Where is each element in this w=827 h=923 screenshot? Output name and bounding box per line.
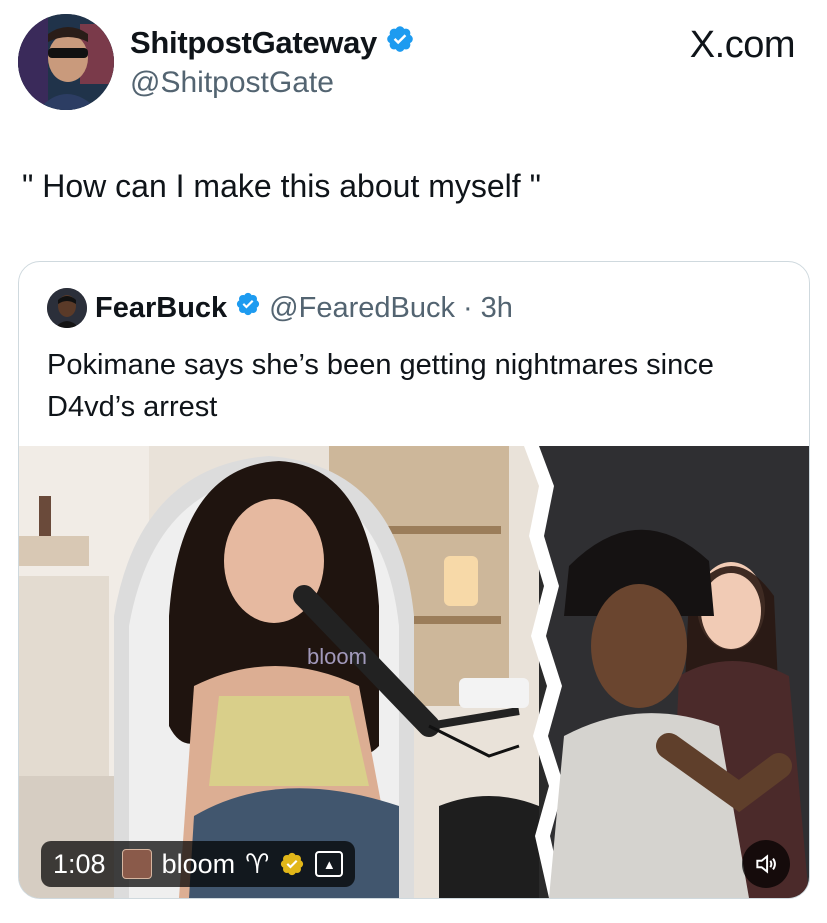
video-player[interactable]: bloom 1:08 bloom ♈ ▲ <box>19 446 809 898</box>
quoted-post-text: Pokimane says she’s been getting nightma… <box>47 349 714 423</box>
author-name[interactable]: ShitpostGateway <box>130 25 377 61</box>
author-avatar[interactable] <box>18 14 114 110</box>
source-suffix: ♈ <box>245 848 270 879</box>
site-logo: X.com <box>689 24 796 66</box>
video-duration: 1:08 <box>53 848 106 879</box>
quoted-post-header: FearBuck @FearedBuck · 3h <box>47 288 513 328</box>
video-frame: bloom <box>19 446 809 898</box>
quoted-author-name[interactable]: FearBuck <box>95 292 227 325</box>
author-handle[interactable]: @ShitpostGate <box>130 66 334 100</box>
ai-label-icon: ▲ <box>315 851 344 877</box>
sound-icon <box>753 851 779 877</box>
sound-button[interactable] <box>742 840 790 888</box>
verified-badge-icon <box>385 24 415 62</box>
quoted-author-handle[interactable]: @FearedBuck <box>269 292 455 325</box>
header-separator: · <box>462 291 473 324</box>
quoted-post-card[interactable]: FearBuck @FearedBuck · 3h Pokimane says … <box>18 261 810 899</box>
post-text: " How can I make this about myself " <box>22 168 541 204</box>
gold-badge-icon <box>279 851 305 877</box>
source-avatar <box>121 849 152 879</box>
quoted-timestamp[interactable]: 3h <box>481 292 513 325</box>
verified-badge-icon <box>235 291 261 325</box>
video-info-pill[interactable]: 1:08 bloom ♈ ▲ <box>41 841 356 887</box>
source-name: bloom <box>161 848 236 879</box>
quoted-author-avatar[interactable] <box>47 288 87 328</box>
video-watermark: bloom <box>307 644 367 669</box>
author-display-name-row[interactable]: ShitpostGateway <box>130 24 415 62</box>
